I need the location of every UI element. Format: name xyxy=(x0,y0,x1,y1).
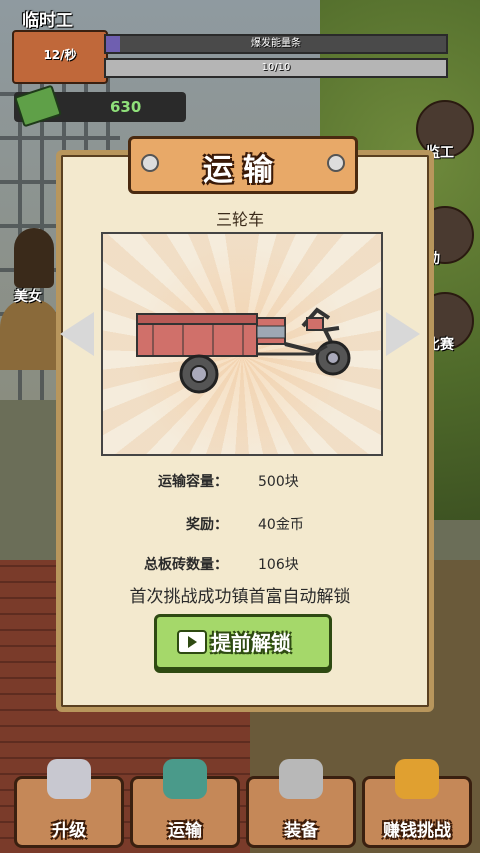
early-unlock-label: 提前解锁 xyxy=(211,631,291,655)
energy-bar: 爆发能量条 xyxy=(104,34,448,54)
rocket-icon xyxy=(47,759,91,799)
income-rate-text: 12/秒 xyxy=(43,48,77,62)
truck-icon xyxy=(163,759,207,799)
nav-money-challenge[interactable]: 赚钱挑战 xyxy=(362,759,472,848)
gloves-icon xyxy=(279,759,323,799)
money-counter: 630 xyxy=(14,84,186,128)
side-button-beauty[interactable]: 美女 xyxy=(14,228,54,305)
previous-vehicle-arrow[interactable] xyxy=(60,312,94,356)
stat-capacity-label: 运输容量： xyxy=(158,474,228,490)
stamina-bar: 10/10 xyxy=(104,58,448,78)
money-value: 630 xyxy=(110,98,142,116)
stat-reward-label: 奖励： xyxy=(186,517,228,533)
next-vehicle-arrow[interactable] xyxy=(386,312,420,356)
nav-upgrade[interactable]: 升级 xyxy=(14,759,124,848)
unlock-condition-text: 首次挑战成功镇首富自动解锁 xyxy=(129,587,351,607)
helmet-icon xyxy=(395,759,439,799)
nav-money-challenge-label: 赚钱挑战 xyxy=(383,821,451,841)
energy-bar-label: 爆发能量条 xyxy=(251,38,301,49)
nav-transport[interactable]: 运输 xyxy=(130,759,240,848)
background-dirt-pile xyxy=(0,300,60,370)
modal-title: 运输 xyxy=(203,153,283,188)
stamina-bar-label: 10/10 xyxy=(261,62,291,73)
side-button-beauty-label: 美女 xyxy=(14,289,42,305)
stat-reward-value: 40金币 xyxy=(258,517,304,533)
worker-rank-title: 临时工 xyxy=(22,11,73,31)
nav-transport-label: 运输 xyxy=(168,821,202,841)
nav-equipment[interactable]: 装备 xyxy=(246,759,356,848)
stat-total-bricks-label: 总板砖数量： xyxy=(144,557,228,573)
stat-total-bricks-value: 106块 xyxy=(258,557,299,573)
beauty-portrait-icon xyxy=(14,228,54,288)
video-play-icon xyxy=(177,630,207,654)
early-unlock-button[interactable]: 提前解锁 xyxy=(154,614,332,670)
income-rate-badge: 12/秒 xyxy=(12,30,108,84)
vehicle-image-frame xyxy=(101,232,383,456)
nav-upgrade-label: 升级 xyxy=(52,821,86,841)
vehicle-name: 三轮车 xyxy=(215,210,264,229)
tricycle-icon xyxy=(136,307,351,394)
nav-equipment-label: 装备 xyxy=(284,821,318,841)
stat-capacity-value: 500块 xyxy=(258,474,299,490)
cash-icon xyxy=(14,84,62,128)
modal-title-board: 运输 xyxy=(128,136,358,194)
